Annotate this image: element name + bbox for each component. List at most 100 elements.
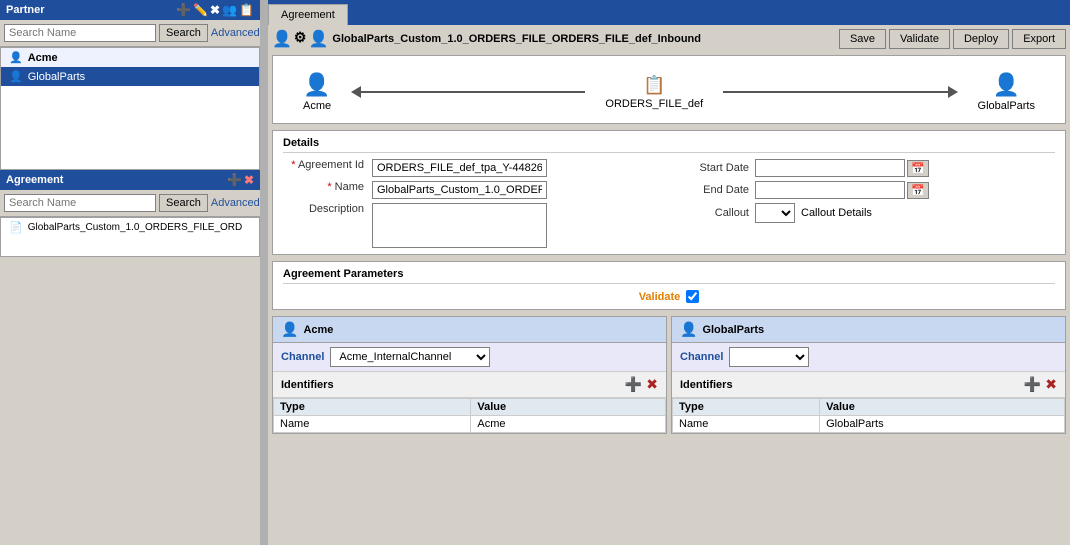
globalparts-flow-label: GlobalParts	[978, 100, 1035, 112]
acme-type-cell: Name	[274, 416, 471, 433]
agreement-header-title: Agreement	[6, 174, 223, 186]
middle-flow-icon: 📋	[643, 75, 665, 96]
details-form: Agreement Id Name Description Start Date	[283, 159, 1055, 248]
partner-icon1: 👥	[222, 3, 237, 17]
start-date-cal-button[interactable]: 📅	[907, 160, 929, 177]
partner-item-globalparts[interactable]: 👤 GlobalParts	[1, 67, 259, 86]
end-date-input[interactable]	[755, 181, 905, 199]
flow-node-globalparts: 👤 GlobalParts	[978, 72, 1035, 112]
end-date-cal-button[interactable]: 📅	[907, 182, 929, 199]
globalparts-table-row: Name GlobalParts	[673, 416, 1065, 433]
globalparts-bottom-panel: 👤 GlobalParts Channel Identifiers ➕ ✖	[671, 316, 1066, 434]
agreement-advanced-link[interactable]: Advanced	[211, 197, 260, 209]
callout-details-label: Callout Details	[801, 207, 872, 219]
agreement-title-text: GlobalParts_Custom_1.0_ORDERS_FILE_ORDER…	[332, 33, 701, 45]
acme-add-identifier-icon[interactable]: ➕	[625, 376, 642, 393]
acme-panel-header: 👤 Acme	[273, 317, 666, 343]
agreement-item-label: GlobalParts_Custom_1.0_ORDERS_FILE_ORD	[28, 222, 243, 233]
acme-type-header: Type	[274, 399, 471, 416]
flow-node-middle: 📋 ORDERS_FILE_def	[605, 75, 703, 110]
agreement-item-gp-custom[interactable]: 📄 GlobalParts_Custom_1.0_ORDERS_FILE_ORD	[1, 218, 259, 237]
arrow-line-left	[361, 91, 585, 93]
edit-partner-icon[interactable]: ✏️	[193, 3, 208, 17]
acme-identifiers-title: Identifiers	[281, 379, 334, 391]
partner-icon2: 📋	[239, 3, 254, 17]
arrow-head-left	[351, 86, 361, 98]
tab-bar: Agreement	[268, 0, 1070, 25]
content-area: 👤 ⚙ 👤 GlobalParts_Custom_1.0_ORDERS_FILE…	[268, 25, 1070, 545]
acme-channel-select[interactable]: Acme_InternalChannel	[330, 347, 490, 367]
acme-flow-icon: 👤	[303, 72, 330, 98]
acme-delete-identifier-icon[interactable]: ✖	[646, 376, 658, 393]
globalparts-identifiers-table: Type Value Name GlobalParts	[672, 398, 1065, 433]
globalparts-channel-row: Channel	[672, 343, 1065, 372]
details-section: Details Agreement Id Name Description	[272, 130, 1066, 255]
details-right-fields: Start Date 📅 End Date 📅	[664, 159, 1055, 248]
title-person-icon: 👤	[272, 29, 292, 49]
save-button[interactable]: Save	[839, 29, 886, 49]
globalparts-channel-select[interactable]	[729, 347, 809, 367]
globalparts-delete-identifier-icon[interactable]: ✖	[1045, 376, 1057, 393]
acme-flow-label: Acme	[303, 100, 331, 112]
add-partner-icon[interactable]: ➕	[176, 3, 191, 17]
partner-search-bar: Search Advanced	[0, 20, 260, 47]
globalparts-value-header: Value	[820, 399, 1065, 416]
partner-header-title: Partner	[6, 4, 172, 16]
acme-value-cell: Acme	[471, 416, 666, 433]
globalparts-identifiers-icons: ➕ ✖	[1024, 376, 1057, 393]
acme-channel-row: Channel Acme_InternalChannel	[273, 343, 666, 372]
name-input[interactable]	[372, 181, 547, 199]
partner-advanced-link[interactable]: Advanced	[211, 27, 260, 39]
acme-table-row: Name Acme	[274, 416, 666, 433]
agreement-id-input[interactable]	[372, 159, 547, 177]
partner-item-acme[interactable]: 👤 Acme	[1, 48, 259, 67]
end-date-wrapper: 📅	[755, 181, 929, 199]
panel-divider[interactable]	[260, 0, 268, 545]
agreement-search-bar: Search Advanced	[0, 190, 260, 217]
details-title: Details	[283, 137, 1055, 153]
agreement-tab[interactable]: Agreement	[268, 4, 348, 25]
middle-flow-label: ORDERS_FILE_def	[605, 98, 703, 110]
acme-identifiers-icons: ➕ ✖	[625, 376, 658, 393]
export-button[interactable]: Export	[1012, 29, 1066, 49]
validate-button[interactable]: Validate	[889, 29, 950, 49]
add-agreement-icon[interactable]: ➕	[227, 173, 242, 187]
agreement-header-row: 👤 ⚙ 👤 GlobalParts_Custom_1.0_ORDERS_FILE…	[272, 29, 1066, 49]
acme-panel-icon: 👤	[281, 321, 298, 338]
start-date-input[interactable]	[755, 159, 905, 177]
agreement-header-icons: ➕ ✖	[227, 173, 254, 187]
validate-label: Validate	[639, 291, 681, 303]
partner-search-button[interactable]: Search	[159, 24, 208, 42]
description-textarea[interactable]	[372, 203, 547, 248]
start-date-row: Start Date 📅	[684, 159, 1055, 177]
right-arrow	[723, 86, 957, 98]
globalparts-identifiers-header: Identifiers ➕ ✖	[672, 372, 1065, 398]
globalparts-channel-label: Channel	[680, 351, 723, 363]
start-date-label: Start Date	[684, 162, 749, 174]
partner-search-input[interactable]	[4, 24, 156, 42]
globalparts-panel-header: 👤 GlobalParts	[672, 317, 1065, 343]
acme-identifiers-header: Identifiers ➕ ✖	[273, 372, 666, 398]
acme-identifiers-table: Type Value Name Acme	[273, 398, 666, 433]
globalparts-value-cell: GlobalParts	[820, 416, 1065, 433]
validate-row: Validate	[283, 290, 1055, 303]
arrow-head-right	[948, 86, 958, 98]
acme-value-header: Value	[471, 399, 666, 416]
partner-section-header: Partner ➕ ✏️ ✖ 👥 📋	[0, 0, 260, 20]
deploy-button[interactable]: Deploy	[953, 29, 1009, 49]
globalparts-type-cell: Name	[673, 416, 820, 433]
agreement-search-input[interactable]	[4, 194, 156, 212]
callout-row: Callout Callout Details	[684, 203, 1055, 223]
title-person2-icon: 👤	[308, 29, 328, 49]
globalparts-panel-title: GlobalParts	[702, 324, 764, 336]
callout-select[interactable]	[755, 203, 795, 223]
delete-agreement-icon[interactable]: ✖	[244, 173, 254, 187]
acme-bottom-panel: 👤 Acme Channel Acme_InternalChannel Iden…	[272, 316, 667, 434]
delete-partner-icon[interactable]: ✖	[210, 3, 220, 17]
globalparts-flow-icon: 👤	[993, 72, 1020, 98]
validate-checkbox[interactable]	[686, 290, 699, 303]
agreement-search-button[interactable]: Search	[159, 194, 208, 212]
acme-person-icon: 👤	[9, 51, 23, 64]
globalparts-add-identifier-icon[interactable]: ➕	[1024, 376, 1041, 393]
agreement-item-icon: 📄	[9, 221, 23, 234]
